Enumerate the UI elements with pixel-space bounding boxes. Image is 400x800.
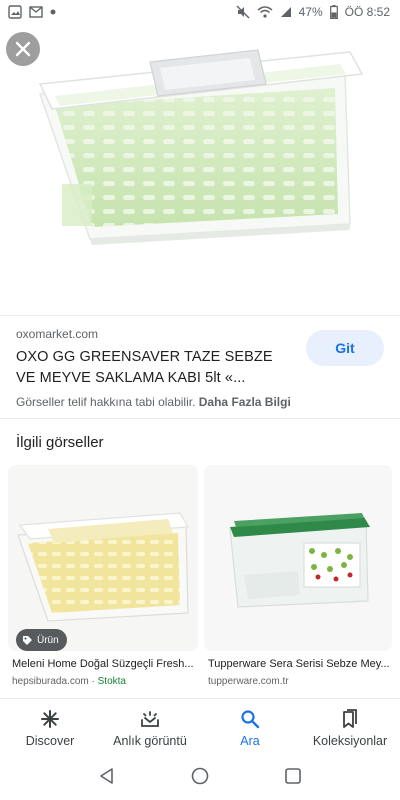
recents-icon[interactable] [284,767,302,790]
close-button[interactable] [6,32,40,66]
copyright-text: Görseller telif hakkına tabi olabilir. [16,395,196,409]
system-nav [0,756,400,800]
status-left [8,5,56,19]
related-heading: İlgili görseller [16,434,104,451]
image-title[interactable]: OXO GG GREENSAVER TAZE SEBZE VE MEYVE SA… [16,347,286,389]
nav-collections[interactable]: Koleksiyonlar [300,699,400,756]
nav-label: Koleksiyonlar [312,734,388,748]
product-badge: Ürün [16,629,67,651]
hero-divider [0,315,400,316]
card-source: tupperware.com.tr [208,676,289,687]
related-card[interactable]: Tupperware Sera Serisi Sebze Mey... tupp… [204,465,392,695]
visit-button[interactable]: Git [306,330,384,366]
yellow-container-illustration [8,465,198,651]
nav-label: Anlık görüntü [113,734,187,748]
card-title: Tupperware Sera Serisi Sebze Mey... [208,658,390,670]
card-source: hepsiburada.com · Stokta [12,676,126,687]
nav-snapshot[interactable]: Anlık görüntü [100,699,200,756]
signal-icon [280,6,292,18]
gmail-notification-icon [29,6,43,18]
badge-label: Ürün [37,634,59,646]
related-image[interactable] [204,465,392,651]
gallery-notification-icon [8,5,22,19]
section-divider [0,418,400,419]
card-title: Meleni Home Doğal Süzgeçli Fresh... [12,658,194,670]
bottom-nav: Discover Anlık görüntü Ara Koleksiyonlar [0,698,400,756]
status-time: ÖÖ 8:52 [344,5,390,19]
battery-percent: 47% [298,5,323,19]
battery-icon [329,5,338,19]
status-right: 47% ÖÖ 8:52 [236,5,390,19]
snapshot-icon [139,708,161,730]
related-image[interactable]: Ürün [8,465,198,651]
collections-icon [341,708,359,730]
stock-status: Stokta [97,676,126,687]
nav-label: Ara [240,734,260,748]
source-domain[interactable]: oxomarket.com [16,327,98,341]
container-illustration [38,49,364,245]
asterisk-icon [40,708,60,730]
home-icon[interactable] [191,767,209,790]
mute-icon [236,5,250,19]
dot-icon [50,9,56,15]
status-bar: 47% ÖÖ 8:52 [0,0,400,24]
close-icon [15,41,31,57]
card-domain: tupperware.com.tr [208,676,289,687]
nav-search[interactable]: Ara [200,699,300,756]
copyright-notice: Görseller telif hakkına tabi olabilir. D… [16,395,291,409]
product-image[interactable] [0,24,400,315]
green-lid-container-illustration [204,465,392,651]
wifi-icon [257,6,273,18]
back-icon[interactable] [98,767,116,790]
source-separator: · [91,676,95,687]
nav-label: Discover [25,734,75,748]
related-card[interactable]: Ürün Meleni Home Doğal Süzgeçli Fresh...… [8,465,198,695]
search-icon [240,708,260,730]
more-info-link[interactable]: Daha Fazla Bilgi [199,395,291,409]
card-domain: hepsiburada.com [12,676,89,687]
tag-icon [23,635,32,645]
nav-discover[interactable]: Discover [0,699,100,756]
